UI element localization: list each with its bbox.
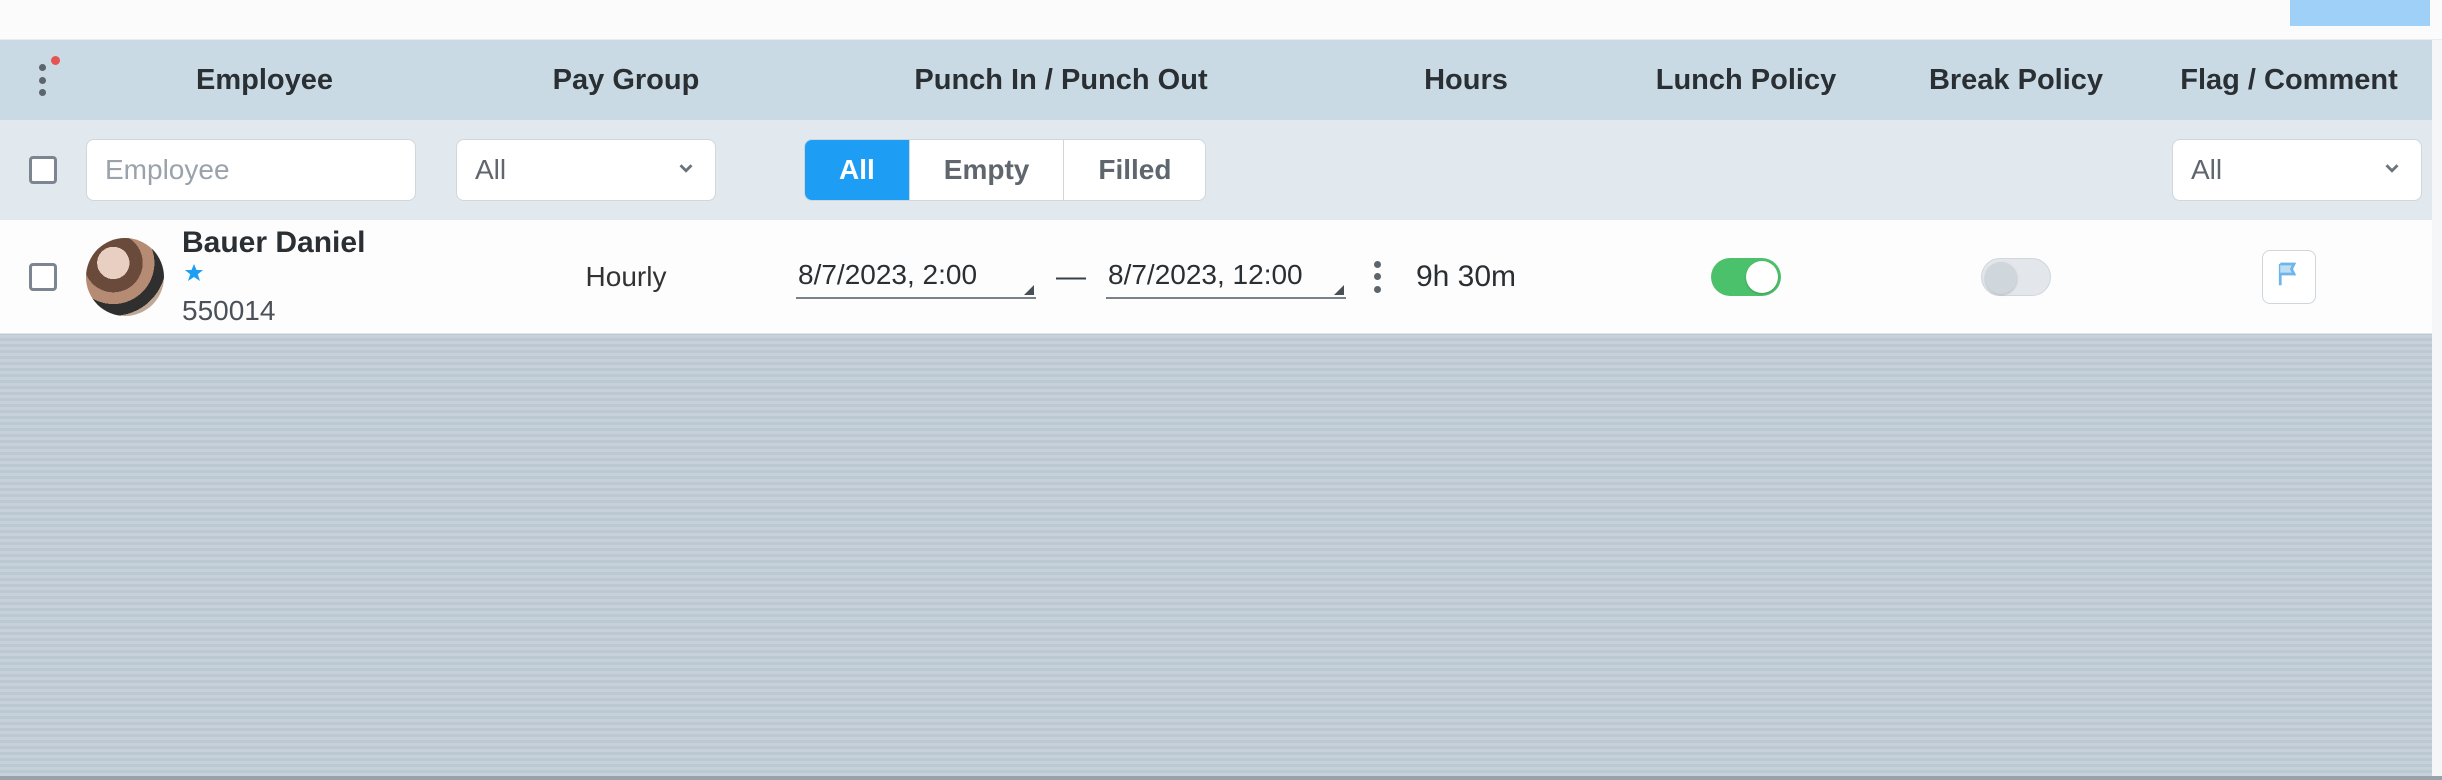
chevron-down-icon [675,154,697,186]
datetime-handle-icon [1024,285,1034,295]
avatar[interactable] [86,238,164,316]
col-header-flag[interactable]: Flag / Comment [2146,64,2432,97]
select-all-checkbox[interactable] [29,156,57,184]
notification-dot-icon [51,56,60,65]
star-badge-icon [182,262,206,291]
col-header-paygroup[interactable]: Pay Group [456,64,796,97]
flag-icon [2274,259,2304,294]
col-header-employee[interactable]: Employee [86,64,456,97]
range-dash: — [1056,260,1086,294]
punch-in-input[interactable] [796,255,1036,299]
data-area: Bauer Daniel 550014 Hourly — [0,220,2432,776]
row-actions-menu-icon[interactable] [1374,261,1381,293]
column-header-row: Employee Pay Group Punch In / Punch Out … [0,40,2432,120]
employee-name: Bauer Daniel [182,226,365,260]
flag-filter-select[interactable]: All [2172,139,2422,201]
flag-filter-value: All [2191,154,2222,186]
employee-filter-input[interactable] [86,139,416,201]
paygroup-value: Hourly [456,261,796,293]
col-header-hours[interactable]: Hours [1326,64,1606,97]
header-actions-menu-icon[interactable] [39,64,47,96]
punch-filter-empty[interactable]: Empty [910,140,1065,200]
punch-filter-filled[interactable]: Filled [1064,140,1205,200]
col-header-break[interactable]: Break Policy [1886,64,2146,97]
hours-value: 9h 30m [1326,260,1606,294]
datetime-handle-icon [1334,285,1344,295]
punch-out-input[interactable] [1106,255,1346,299]
bottom-border [0,776,2442,780]
col-header-punch[interactable]: Punch In / Punch Out [796,64,1326,97]
row-checkbox[interactable] [29,263,57,291]
col-header-lunch[interactable]: Lunch Policy [1606,64,1886,97]
chevron-down-icon [2381,154,2403,186]
employee-id: 550014 [182,295,365,327]
paygroup-filter-value: All [475,154,506,186]
paygroup-filter-select[interactable]: All [456,139,716,201]
break-policy-toggle[interactable] [1981,258,2051,296]
top-action-button[interactable] [2290,0,2430,26]
table-row: Bauer Daniel 550014 Hourly — [0,220,2432,334]
filter-row: All All Empty Filled All [0,120,2432,220]
flag-button[interactable] [2262,250,2316,304]
punch-filter-segment: All Empty Filled [804,139,1206,201]
lunch-policy-toggle[interactable] [1711,258,1781,296]
punch-filter-all[interactable]: All [805,140,910,200]
